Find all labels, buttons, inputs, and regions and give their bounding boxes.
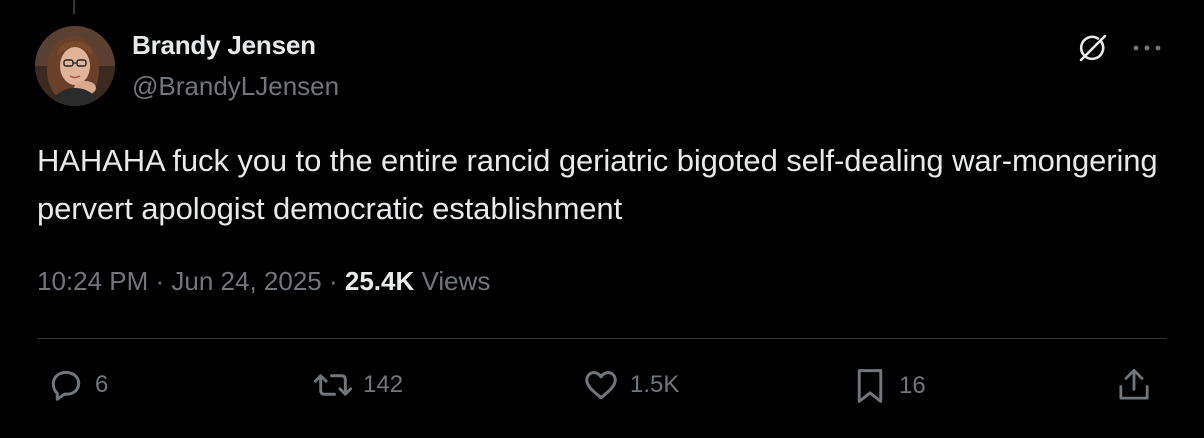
- grok-icon[interactable]: [1074, 30, 1110, 66]
- author-display-name[interactable]: Brandy Jensen: [132, 30, 316, 61]
- reply-count: 6: [95, 371, 109, 398]
- reply-button[interactable]: 6: [47, 366, 108, 404]
- like-count: 1.5K: [630, 371, 680, 398]
- reply-icon: [47, 366, 85, 404]
- bookmark-count: 16: [899, 372, 926, 399]
- repost-count: 142: [363, 371, 404, 398]
- like-button[interactable]: 1.5K: [582, 366, 679, 404]
- avatar[interactable]: [35, 26, 115, 106]
- repost-button[interactable]: 142: [313, 366, 403, 404]
- tweet-top-actions: [1074, 30, 1162, 66]
- share-button[interactable]: [1116, 366, 1152, 404]
- tweet-metadata: 10:24 PM · Jun 24, 2025 · 25.4K Views: [37, 266, 490, 297]
- tweet-text: HAHAHA fuck you to the entire rancid ger…: [37, 143, 1158, 226]
- bookmark-button[interactable]: 16: [851, 366, 926, 406]
- meta-separator: ·: [321, 266, 345, 296]
- divider: [37, 338, 1167, 339]
- tweet-actions-bar: 6 142 1.5K 16: [0, 366, 1204, 410]
- views-label: Views: [414, 266, 491, 296]
- bookmark-icon: [851, 366, 889, 406]
- heart-icon: [582, 366, 620, 404]
- share-icon: [1116, 366, 1152, 404]
- views-count[interactable]: 25.4K: [345, 266, 414, 296]
- repost-icon: [313, 366, 353, 404]
- author-handle[interactable]: @BrandyLJensen: [132, 71, 339, 102]
- more-options-icon[interactable]: [1132, 43, 1162, 53]
- tweet-time[interactable]: 10:24 PM: [37, 266, 148, 296]
- meta-separator: ·: [148, 266, 172, 296]
- tweet-date[interactable]: Jun 24, 2025: [171, 266, 321, 296]
- tweet: Brandy Jensen @BrandyLJensen HAHAHA fuck…: [0, 0, 1204, 438]
